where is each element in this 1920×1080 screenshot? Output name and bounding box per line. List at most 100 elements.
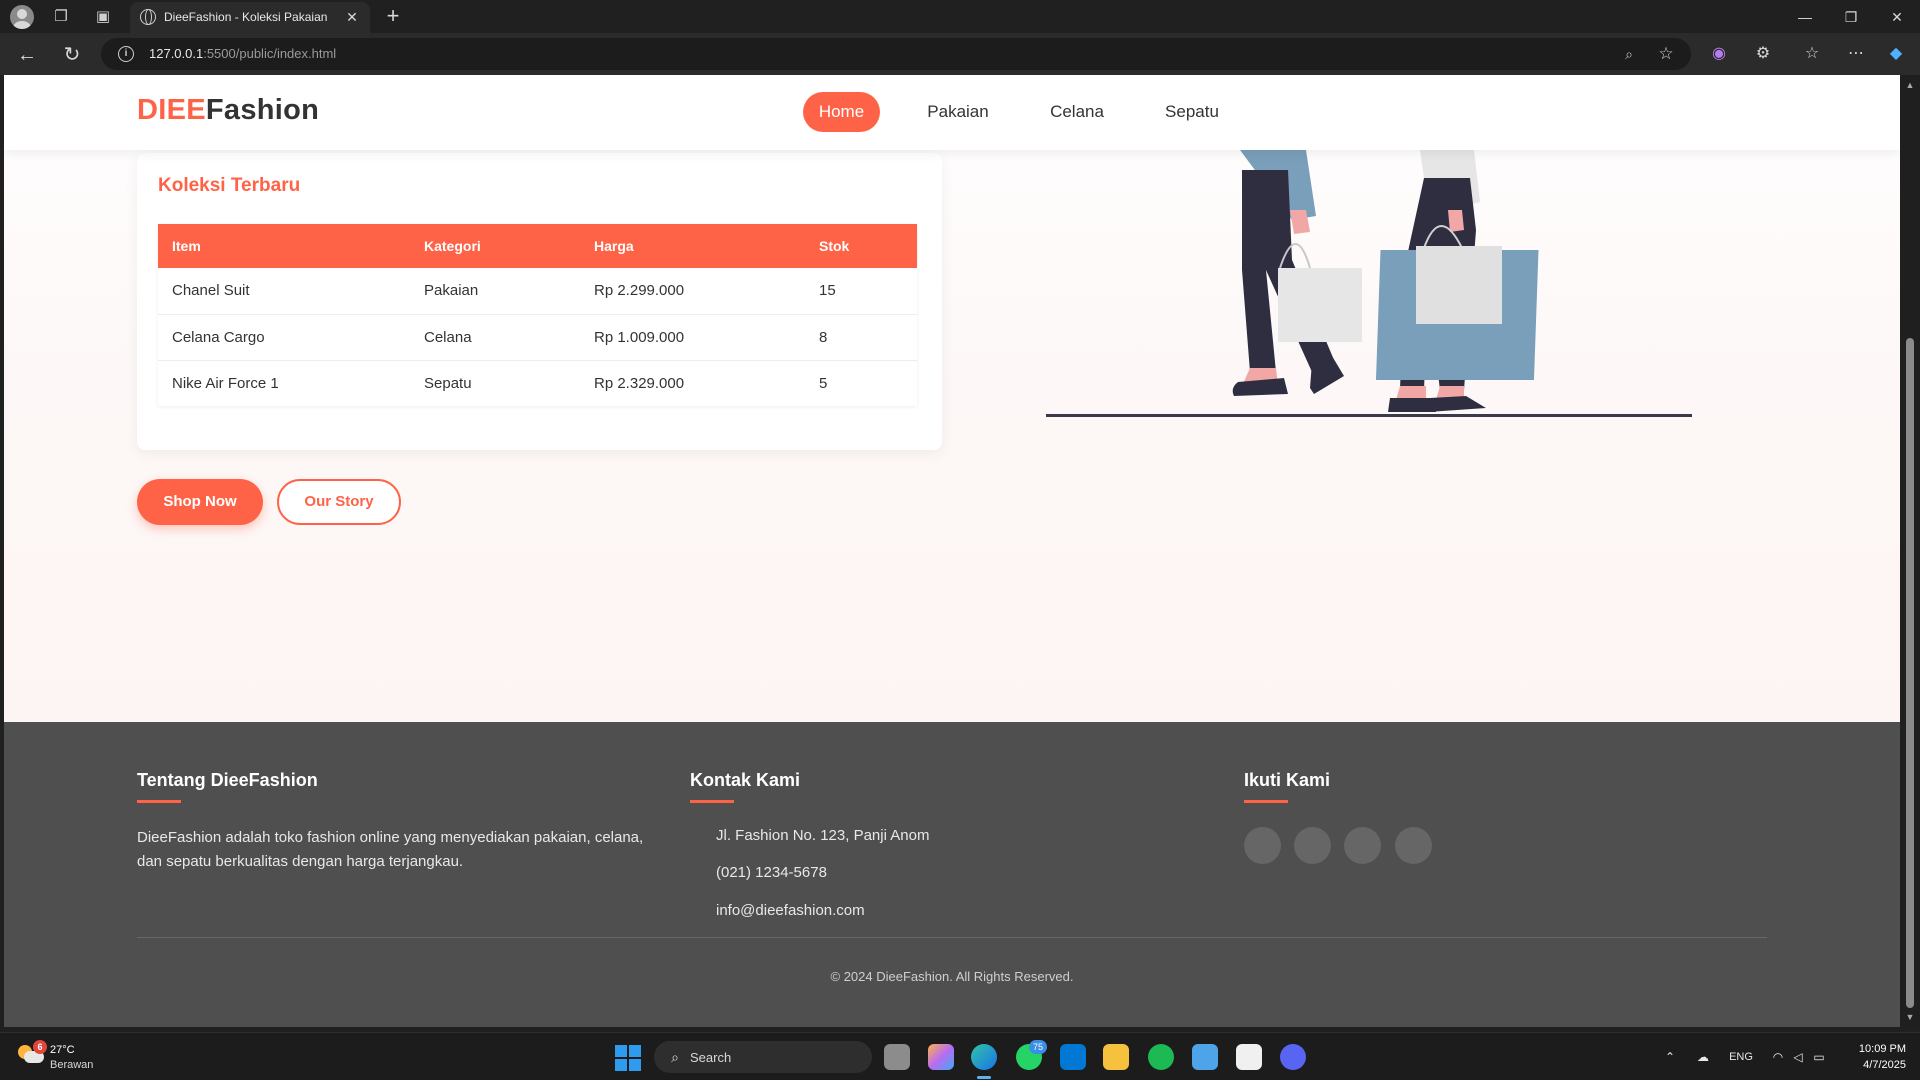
battery-icon[interactable]: ▭ [1810, 1048, 1828, 1066]
weather-badge: 6 [33, 1040, 47, 1054]
title-underline [690, 800, 734, 803]
notepad-app-icon[interactable] [1192, 1044, 1218, 1070]
volume-icon[interactable]: ◁ [1790, 1048, 1806, 1066]
restore-button[interactable]: ❐ [1828, 3, 1874, 31]
column-header: Harga [580, 224, 805, 268]
collection-table: Item Kategori Harga Stok Chanel Suit Pak… [158, 224, 917, 406]
footer-divider [137, 937, 1767, 938]
back-icon[interactable]: ← [14, 42, 40, 68]
weather-temp[interactable]: 27°C [50, 1044, 75, 1056]
browser-tab-active[interactable]: DieeFashion - Koleksi Pakaian ✕ [130, 2, 370, 33]
our-story-button[interactable]: Our Story [277, 479, 401, 525]
vertical-tabs-icon[interactable]: ▣ [92, 6, 114, 28]
favorites-icon[interactable]: ☆ [1801, 43, 1823, 65]
copilot-icon[interactable]: ◆ [1885, 43, 1907, 65]
shop-now-button[interactable]: Shop Now [137, 479, 263, 525]
cell-price: Rp 2.329.000 [594, 374, 685, 392]
contact-address: Jl. Fashion No. 123, Panji Anom [716, 827, 930, 844]
shoe-right-2 [1428, 396, 1486, 412]
ankle-right-1 [1396, 386, 1426, 400]
shoe-left-2 [1310, 356, 1344, 394]
edge-app-icon[interactable] [971, 1044, 997, 1070]
wifi-icon[interactable]: ◠ [1770, 1048, 1786, 1066]
hand-right [1448, 210, 1464, 232]
address-url[interactable]: 127.0.0.1:5500/public/index.html [149, 46, 336, 61]
cell-stock: 8 [805, 314, 917, 361]
nav-pakaian[interactable]: Pakaian [910, 92, 1006, 132]
cell-item: Chanel Suit [158, 268, 410, 315]
refresh-icon[interactable]: ↻ [59, 42, 85, 68]
footer-contact-title: Kontak Kami [690, 770, 801, 790]
clock-date[interactable]: 4/7/2025 [1848, 1059, 1906, 1071]
nav-sepatu[interactable]: Sepatu [1144, 92, 1240, 132]
site-info-icon[interactable]: i [118, 46, 134, 62]
page-scrollbar[interactable]: ▲ ▼ [1900, 75, 1920, 1027]
collections-icon[interactable]: ❐ [50, 6, 72, 28]
site-footer: Tentang DieeFashion DieeFashion adalah t… [4, 722, 1900, 1027]
social-icon[interactable] [1344, 827, 1381, 864]
scroll-down-icon[interactable]: ▼ [1904, 1011, 1916, 1023]
profile-avatar-icon[interactable] [10, 5, 34, 29]
footer-follow-title: Ikuti Kami [1244, 770, 1331, 790]
shopping-illustration [1046, 150, 1692, 417]
browser-toolbar: ← ↻ i 127.0.0.1:5500/public/index.html ⌕… [0, 33, 1920, 75]
site-logo[interactable]: DIEEFashion [137, 94, 319, 127]
cell-category: Sepatu [424, 374, 472, 392]
vscode-app-icon[interactable] [1060, 1044, 1086, 1070]
social-icon[interactable] [1395, 827, 1432, 864]
column-header: Item [158, 224, 410, 268]
cell-price: Rp 1.009.000 [580, 314, 805, 361]
favorite-star-icon[interactable]: ☆ [1655, 43, 1677, 65]
address-bar[interactable]: i 127.0.0.1:5500/public/index.html ⌕ ☆ [101, 38, 1691, 70]
cell-item: Celana Cargo [158, 314, 410, 361]
cell-stock: 5 [819, 374, 828, 392]
whatsapp-badge: 75 [1029, 1040, 1047, 1054]
minimize-button[interactable]: — [1782, 3, 1828, 31]
collection-title: Koleksi Terbaru [158, 175, 301, 196]
bag-left [1278, 268, 1362, 342]
windows-taskbar: 6 27°C Berawan ⌕ Search 75 ⌃ ☁ ENG ◠ ◁ ▭… [0, 1032, 1920, 1080]
scroll-thumb[interactable] [1906, 338, 1914, 1008]
table-row: Celana Cargo Celana Rp 1.009.000 8 [158, 314, 917, 361]
task-view-icon[interactable] [884, 1044, 910, 1070]
scroll-up-icon[interactable]: ▲ [1904, 79, 1916, 91]
cell-stock: 15 [805, 268, 917, 315]
windows-start-icon[interactable] [615, 1045, 641, 1071]
shoe-left-1 [1232, 378, 1288, 396]
copilot-extension-icon[interactable]: ◉ [1708, 43, 1730, 65]
notion-app-icon[interactable] [1236, 1044, 1262, 1070]
active-app-indicator [977, 1076, 991, 1079]
search-label: Search [690, 1050, 732, 1065]
close-tab-icon[interactable]: ✕ [342, 7, 362, 27]
contact-email[interactable]: info@dieefashion.com [716, 902, 865, 919]
spotify-app-icon[interactable] [1148, 1044, 1174, 1070]
social-icon[interactable] [1294, 827, 1331, 864]
cell-price: Rp 2.299.000 [580, 268, 805, 315]
close-window-button[interactable]: ✕ [1874, 3, 1920, 31]
onedrive-icon[interactable]: ☁ [1693, 1048, 1713, 1066]
copyright-text: © 2024 DieeFashion. All Rights Reserved. [830, 969, 1074, 984]
column-header: Kategori [410, 224, 580, 268]
zoom-icon[interactable]: ⌕ [1619, 44, 1639, 64]
extensions-icon[interactable]: ⚙ [1752, 43, 1774, 65]
nav-home[interactable]: Home [803, 92, 880, 132]
language-indicator[interactable]: ENG [1726, 1048, 1756, 1066]
nav-celana[interactable]: Celana [1029, 92, 1125, 132]
site-header: DIEEFashion Home Pakaian Celana Sepatu [4, 75, 1900, 150]
more-menu-icon[interactable]: ⋯ [1845, 43, 1867, 65]
cell-category: Pakaian [410, 268, 580, 315]
social-icon[interactable] [1244, 827, 1281, 864]
table-row: Nike Air Force 1 Sepatu Rp 2.329.000 5 [158, 360, 917, 406]
taskbar-search[interactable]: ⌕ Search [654, 1041, 872, 1073]
tray-overflow-icon[interactable]: ⌃ [1662, 1048, 1678, 1066]
new-tab-button[interactable]: + [381, 4, 405, 28]
title-underline [1244, 800, 1288, 803]
clock-time[interactable]: 10:09 PM [1848, 1043, 1906, 1055]
cell-item: Nike Air Force 1 [172, 374, 279, 392]
discord-app-icon[interactable] [1280, 1044, 1306, 1070]
bag-right-gray [1416, 246, 1502, 324]
copilot-app-icon[interactable] [928, 1044, 954, 1070]
weather-condition[interactable]: Berawan [50, 1059, 93, 1071]
browser-titlebar: ❐ ▣ DieeFashion - Koleksi Pakaian ✕ + — … [0, 0, 1920, 33]
file-explorer-icon[interactable] [1103, 1044, 1129, 1070]
